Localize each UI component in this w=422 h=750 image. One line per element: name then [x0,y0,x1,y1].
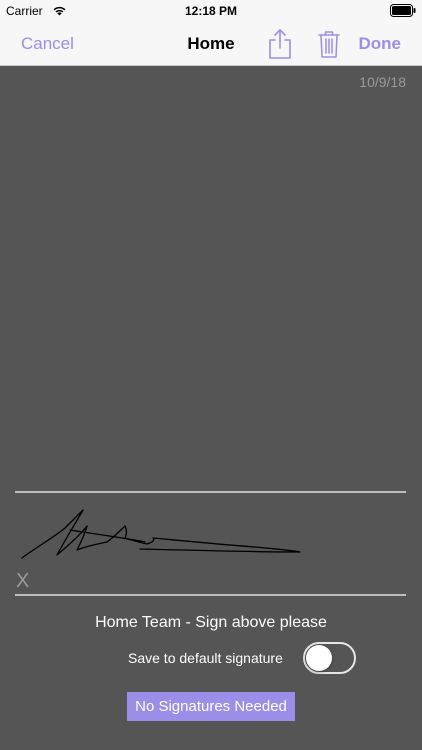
toggle-knob [306,645,332,671]
navigation-bar: Cancel Home Done [0,22,422,66]
done-button[interactable]: Done [359,34,402,54]
date-label: 10/9/18 [359,74,406,90]
save-default-toggle[interactable] [303,642,356,674]
battery-icon [390,4,416,17]
share-icon[interactable] [267,28,293,60]
trash-icon[interactable] [318,29,340,59]
status-bar: Carrier 12:18 PM [0,0,422,22]
no-signatures-button[interactable]: No Signatures Needed [127,692,295,721]
save-default-label: Save to default signature [128,650,283,666]
signature-x-mark: X [16,570,30,592]
signature-bottom-line [15,594,406,596]
signature-top-line [15,491,406,493]
cancel-button[interactable]: Cancel [21,34,74,54]
sign-prompt: Home Team - Sign above please [95,614,327,631]
status-time: 12:18 PM [184,4,238,18]
signature-stroke[interactable] [15,500,315,570]
